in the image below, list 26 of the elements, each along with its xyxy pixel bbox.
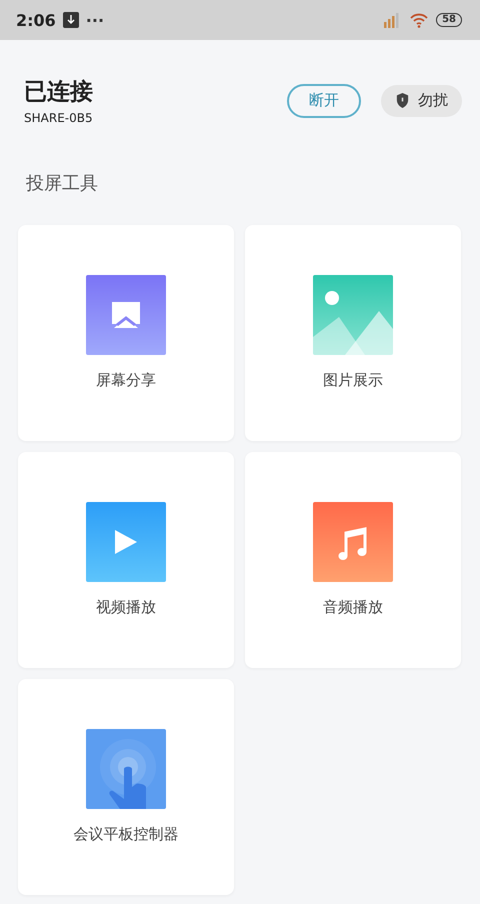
section-title: 投屏工具 <box>25 172 99 195</box>
tool-label: 会议平板控制器 <box>74 825 178 844</box>
tool-card[interactable]: 屏幕分享 <box>18 225 234 441</box>
tool-label: 屏幕分享 <box>96 371 156 390</box>
screen-share-icon <box>86 275 166 355</box>
clock-time: 2:06 <box>16 10 56 30</box>
wifi-icon <box>409 12 430 28</box>
more-notifications: ··· <box>86 10 104 30</box>
do-not-disturb-button[interactable]: 勿扰 <box>381 84 462 116</box>
tool-label: 视频播放 <box>96 598 156 617</box>
shield-icon <box>395 92 410 109</box>
landscape-image-icon <box>313 275 393 355</box>
tapping-hand-icon <box>86 729 166 809</box>
tool-card[interactable]: 图片展示 <box>245 225 461 441</box>
connection-status: 已连接 <box>24 78 94 107</box>
music-note-icon <box>313 502 393 582</box>
tool-card[interactable]: 音频播放 <box>245 452 461 668</box>
battery-indicator: 58 <box>436 13 462 27</box>
download-icon <box>62 12 79 28</box>
device-name: SHARE-0B5 <box>24 111 94 125</box>
disconnect-button[interactable]: 断开 <box>287 84 361 118</box>
tool-label: 图片展示 <box>323 371 383 390</box>
tool-card[interactable]: 视频播放 <box>18 452 234 668</box>
tool-label: 音频播放 <box>323 598 383 617</box>
tool-card[interactable]: 会议平板控制器 <box>18 679 234 895</box>
play-icon <box>86 502 166 582</box>
